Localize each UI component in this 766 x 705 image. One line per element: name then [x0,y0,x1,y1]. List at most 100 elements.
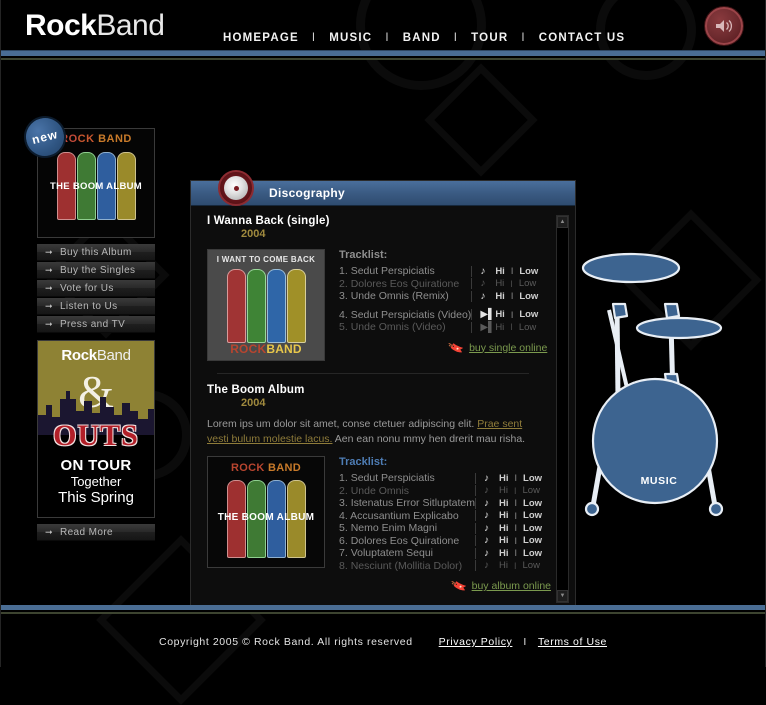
play-hi-button[interactable]: Hi [499,473,509,484]
tour-banner[interactable]: RockBand & OUTS ON TOUR Together This Sp… [37,340,155,518]
track-row[interactable]: 3. Istenatus Error Sitluptatem ♪ Hi I Lo… [339,497,553,510]
music-note-icon: ♪ [480,265,486,277]
play-low-button[interactable]: Low [523,548,542,559]
tracklist-label: Tracklist: [339,456,388,468]
header-divider [1,50,765,60]
track-controls: ♪ Hi I Low [475,510,553,522]
buy-album-online-link[interactable]: buy album online [472,580,551,592]
play-hi-button[interactable]: Hi [495,278,504,289]
track-controls: ♪ Hi I Low [471,278,553,290]
nav-separator: I [521,32,526,44]
speaker-icon[interactable] [705,7,743,45]
play-low-button[interactable]: Low [519,322,536,333]
copyright-text: Copyright 2005 © Rock Band. All rights r… [159,636,413,648]
tour-logo-secondary: Band [96,347,131,364]
privacy-policy-link[interactable]: Privacy Policy [439,636,513,648]
arrow-icon: ➞ [45,526,53,537]
play-hi-button[interactable]: Hi [499,485,508,496]
track-row[interactable]: 4. Accusantium Explicabo ♪ Hi I Low [339,510,553,523]
sidebar-item-press-and-tv[interactable]: ➞ Press and TV [37,316,155,333]
buy-single-online-link[interactable]: buy single online [469,342,547,354]
play-hi-button[interactable]: Hi [499,510,509,521]
play-hi-button[interactable]: Hi [495,322,504,333]
play-hi-button[interactable]: Hi [495,309,505,320]
sidebar-item-buy-this-album[interactable]: ➞ Buy this Album [37,244,155,261]
tracklist-label: Tracklist: [339,249,388,261]
main-navigation: HOMEPAGE I MUSIC I BAND I TOUR I CONTACT… [223,32,625,44]
album-cover[interactable]: I WANT TO COME BACK ROCKBAND [207,249,325,361]
footer-content: Copyright 2005 © Rock Band. All rights r… [1,636,765,648]
release-row: I WANT TO COME BACK ROCKBAND Tracklist: … [207,249,547,361]
nav-item-homepage[interactable]: HOMEPAGE [223,32,299,44]
arrow-icon: ➞ [45,246,53,257]
read-more-button[interactable]: ➞ Read More [37,524,155,541]
track-row[interactable]: 5. Unde Omnis (Video) ▶▌ Hi I Low [339,321,553,334]
track-name: 2. Unde Omnis [339,484,410,497]
play-hi-button[interactable]: Hi [495,266,505,277]
control-separator: I [514,548,518,559]
scroll-up-button[interactable]: ▲ [557,216,568,228]
track-row[interactable]: 2. Dolores Eos Quiratione ♪ Hi I Low [339,278,553,291]
terms-of-use-link[interactable]: Terms of Use [538,636,607,648]
track-name: 3. Unde Omnis (Remix) [339,290,449,303]
panel-scrollbar[interactable]: ▲ ▼ [556,215,569,603]
play-low-button[interactable]: Low [519,309,538,320]
play-low-button[interactable]: Low [523,510,542,521]
play-low-button[interactable]: Low [519,291,538,302]
control-separator: I [514,523,518,534]
track-row[interactable]: 3. Unde Omnis (Remix) ♪ Hi I Low [339,290,553,303]
play-low-button[interactable]: Low [523,535,542,546]
control-separator: I [513,560,517,571]
play-low-button[interactable]: Low [519,266,538,277]
sidebar-item-buy-the-singles[interactable]: ➞ Buy the Singles [37,262,155,279]
site-logo[interactable]: RockBand [25,9,165,42]
track-row[interactable]: 4. Sedut Perspiciatis (Video) ▶▌ Hi I Lo… [339,309,553,322]
nav-item-contact-us[interactable]: CONTACT US [539,32,626,44]
control-separator: I [514,473,518,484]
release-row: ROCK BAND THE BOOM ALBUM Tracklist: 1. S… [207,456,551,595]
play-hi-button[interactable]: Hi [499,498,509,509]
album-cover[interactable]: ROCK BAND THE BOOM ALBUM [207,456,325,568]
drum-kit-icon[interactable]: MUSIC [579,238,739,533]
sidebar-item-vote-for-us[interactable]: ➞ Vote for Us [37,280,155,297]
play-hi-button[interactable]: Hi [495,291,505,302]
tour-banner-text: ON TOUR Together This Spring [38,457,154,506]
play-hi-button[interactable]: Hi [499,560,508,571]
sidebar-item-listen-to-us[interactable]: ➞ Listen to Us [37,298,155,315]
track-row[interactable]: 6. Dolores Eos Quiratione ♪ Hi I Low [339,535,553,548]
track-controls: ♪ Hi I Low [475,497,553,509]
play-low-button[interactable]: Low [523,560,540,571]
drum-music-label: MUSIC [640,475,678,487]
play-low-button[interactable]: Low [523,498,542,509]
play-hi-button[interactable]: Hi [499,535,509,546]
track-row[interactable]: 8. Nesciunt (Mollitia Dolor) ♪ Hi I Low [339,560,553,573]
nav-item-band[interactable]: BAND [403,32,441,44]
thumb-overlay-text: THE BOOM ALBUM [50,181,142,192]
play-low-button[interactable]: Low [523,523,542,534]
track-row[interactable]: 7. Voluptatem Sequi ♪ Hi I Low [339,547,553,560]
control-separator: I [510,266,514,277]
logo-text-secondary: Band [96,9,165,42]
play-low-button[interactable]: Low [523,473,542,484]
music-note-icon: ♪ [484,472,489,484]
track-row[interactable]: 1. Sedut Perspiciatis ♪ Hi I Low [339,265,553,278]
track-row[interactable]: 2. Unde Omnis ♪ Hi I Low [339,485,553,498]
play-hi-button[interactable]: Hi [499,523,509,534]
play-low-button[interactable]: Low [523,485,540,496]
track-row[interactable]: 1. Sedut Perspiciatis ♪ Hi I Low [339,472,553,485]
nav-item-tour[interactable]: TOUR [471,32,508,44]
scroll-down-button[interactable]: ▼ [557,590,568,602]
music-note-icon: ♪ [484,522,489,534]
music-note-icon: ♪ [484,485,489,497]
site-footer: Copyright 2005 © Rock Band. All rights r… [1,605,765,677]
track-name: 3. Istenatus Error Sitluptatem [339,497,475,510]
buy-row: 🔖 buy album online [339,577,553,595]
play-hi-button[interactable]: Hi [499,548,509,559]
scrollbar-track[interactable] [557,228,568,590]
play-low-button[interactable]: Low [519,278,536,289]
nav-item-music[interactable]: MUSIC [329,32,372,44]
description-pre: Lorem ips um dolor sit amet, conse ctetu… [207,418,478,430]
track-name: 4. Sedut Perspiciatis (Video) [339,308,472,321]
release-title: The Boom Album [207,384,305,396]
track-row[interactable]: 5. Nemo Enim Magni ♪ Hi I Low [339,522,553,535]
